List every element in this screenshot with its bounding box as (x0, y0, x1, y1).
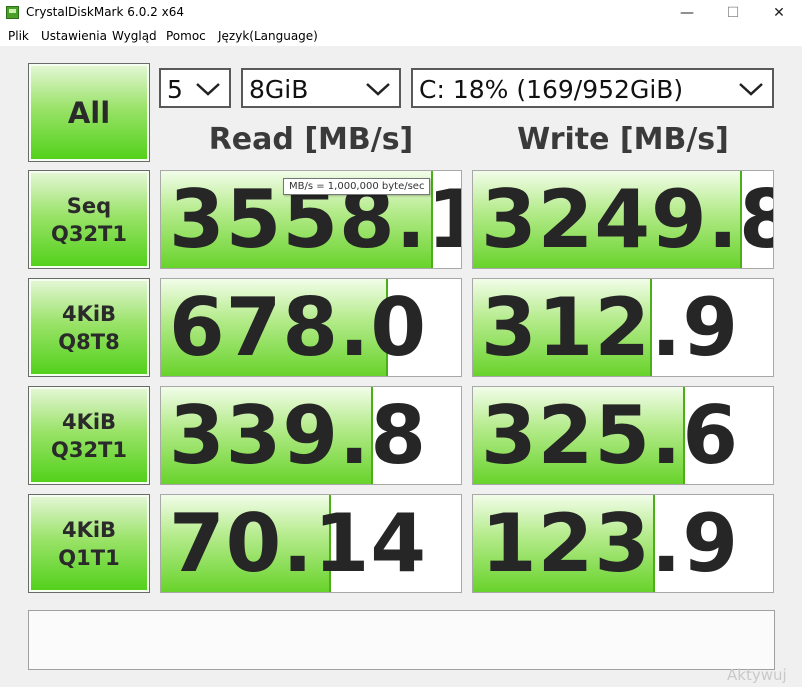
write-result-seq-q32t1: 3249.8 (472, 170, 774, 269)
read-value: 70.14 (169, 496, 428, 590)
size-select[interactable]: 8GiB (241, 68, 401, 108)
write-value: 312.9 (481, 280, 740, 374)
test-label-line1: 4KiB (61, 409, 117, 434)
test-label-line2: Q32T1 (50, 221, 127, 246)
write-value: 123.9 (481, 496, 740, 590)
test-label-line2: Q1T1 (58, 545, 120, 570)
activation-watermark: Aktywuj (727, 666, 787, 684)
close-button[interactable]: ✕ (756, 0, 802, 26)
test-button-4kib-q1t1[interactable]: 4KiB Q1T1 (28, 494, 150, 593)
test-button-seq-q32t1[interactable]: Seq Q32T1 (28, 170, 150, 269)
window-title: CrystalDiskMark 6.0.2 x64 (26, 5, 184, 19)
read-header: Read [MB/s] (208, 122, 414, 157)
menu-pomoc[interactable]: Pomoc (166, 29, 206, 43)
unit-tooltip: MB/s = 1,000,000 byte/sec (283, 178, 431, 195)
read-result-4kib-q32t1: 339.8 (160, 386, 462, 485)
test-button-4kib-q32t1[interactable]: 4KiB Q32T1 (28, 386, 150, 485)
comment-field[interactable] (28, 610, 775, 670)
menu-plik[interactable]: Plik (8, 29, 29, 43)
drive-value: C: 18% (169/952GiB) (419, 75, 684, 104)
all-button[interactable]: All (28, 63, 150, 162)
menu-bar: Plik Ustawienia Wygląd Pomoc Język(Langu… (0, 26, 802, 46)
write-value: 3249.8 (481, 172, 774, 266)
size-value: 8GiB (249, 75, 309, 104)
write-header: Write [MB/s] (517, 122, 729, 157)
count-value: 5 (167, 75, 183, 104)
drive-select[interactable]: C: 18% (169/952GiB) (411, 68, 774, 108)
test-label-line1: 4KiB (61, 517, 117, 542)
test-label-line2: Q32T1 (50, 437, 127, 462)
chevron-down-icon (739, 83, 763, 96)
read-value: 339.8 (169, 388, 428, 482)
read-result-4kib-q8t8: 678.0 (160, 278, 462, 377)
chevron-down-icon (196, 83, 220, 96)
minimize-button[interactable]: — (664, 0, 710, 26)
write-result-4kib-q1t1: 123.9 (472, 494, 774, 593)
chevron-down-icon (366, 83, 390, 96)
menu-ustawienia[interactable]: Ustawienia (41, 29, 107, 43)
title-bar: CrystalDiskMark 6.0.2 x64 — ☐ ✕ (0, 0, 802, 26)
menu-wyglad[interactable]: Wygląd (112, 29, 157, 43)
test-button-4kib-q8t8[interactable]: 4KiB Q8T8 (28, 278, 150, 377)
write-value: 325.6 (481, 388, 740, 482)
maximize-button[interactable]: ☐ (710, 0, 756, 26)
test-label-line1: Seq (66, 193, 112, 218)
app-icon (6, 6, 19, 19)
read-result-4kib-q1t1: 70.14 (160, 494, 462, 593)
menu-language[interactable]: Język(Language) (218, 29, 318, 43)
count-select[interactable]: 5 (159, 68, 231, 108)
test-label-line1: 4KiB (61, 301, 117, 326)
write-result-4kib-q8t8: 312.9 (472, 278, 774, 377)
read-value: 678.0 (169, 280, 428, 374)
write-result-4kib-q32t1: 325.6 (472, 386, 774, 485)
test-label-line2: Q8T8 (58, 329, 120, 354)
